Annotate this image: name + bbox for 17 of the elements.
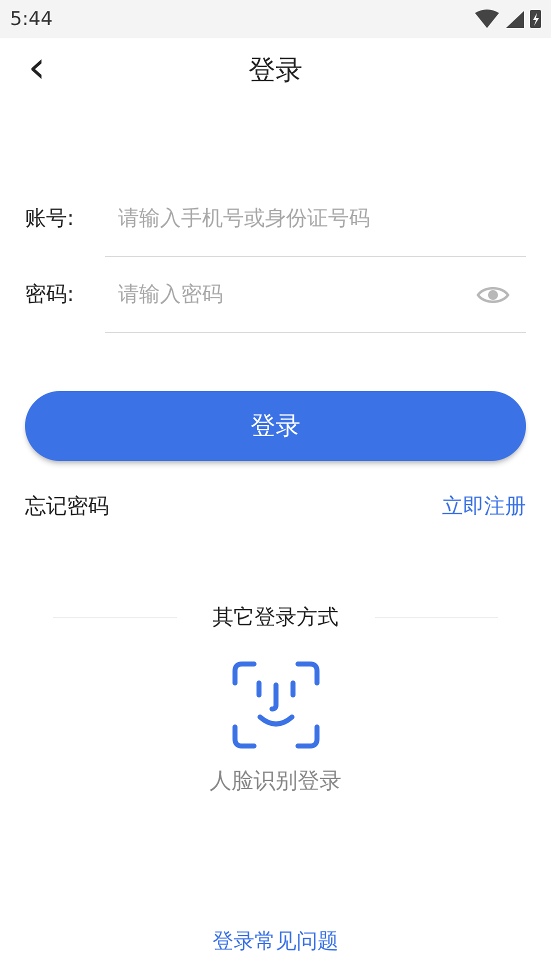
page-title: 登录	[248, 54, 302, 88]
back-button[interactable]: ‹	[22, 46, 52, 90]
field-label: 密码:	[24, 281, 76, 308]
battery-icon	[530, 10, 541, 28]
face-login-label[interactable]: 人脸识别登录	[210, 765, 342, 798]
status-time: 5:44	[10, 6, 53, 32]
wifi-icon	[474, 9, 500, 29]
register-link[interactable]: 立即注册	[442, 491, 526, 522]
signal-icon	[506, 10, 524, 28]
input-field[interactable]: 请输入密码	[118, 278, 476, 310]
field-label: 账号:	[24, 205, 76, 232]
section-title: 其它登录方式	[212, 604, 338, 630]
face-scan-icon[interactable]	[232, 661, 320, 749]
help-link[interactable]: 登录常见问题	[212, 926, 338, 957]
input-field[interactable]: 请输入手机号或身份证号码	[118, 202, 510, 234]
login-button[interactable]: 登录	[25, 391, 526, 461]
forgot-password-link[interactable]: 忘记密码	[25, 491, 109, 522]
